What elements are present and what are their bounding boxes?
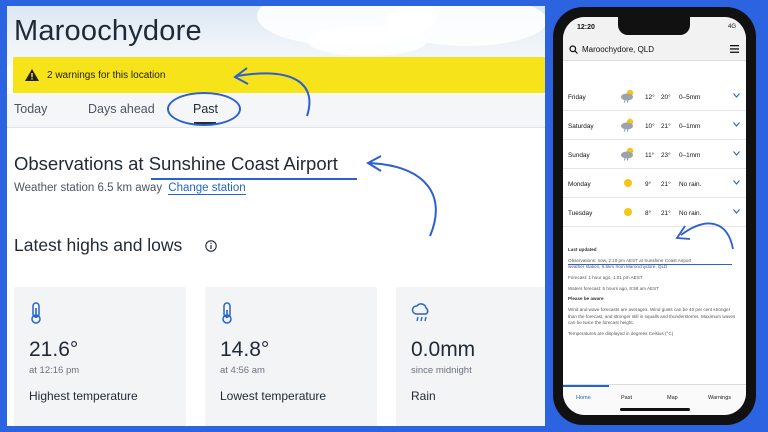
active-nav-indicator [563,385,609,387]
phone-screen: 12:20 4G Maroochydore, QLD Friday 12° 20… [563,17,746,415]
nav-map[interactable]: Map [667,395,678,401]
nav-past[interactable]: Past [621,395,632,401]
phone-frame: 12:20 4G Maroochydore, QLD Friday 12° 20… [553,7,756,425]
home-indicator [620,408,690,411]
nav-warnings[interactable]: Warnings [708,395,731,401]
annotation-arrow [675,222,734,250]
annotation-arrows [233,67,437,237]
desktop-page: Maroochydore 2 warnings for this locatio… [7,6,545,426]
nav-home[interactable]: Home [576,395,591,401]
